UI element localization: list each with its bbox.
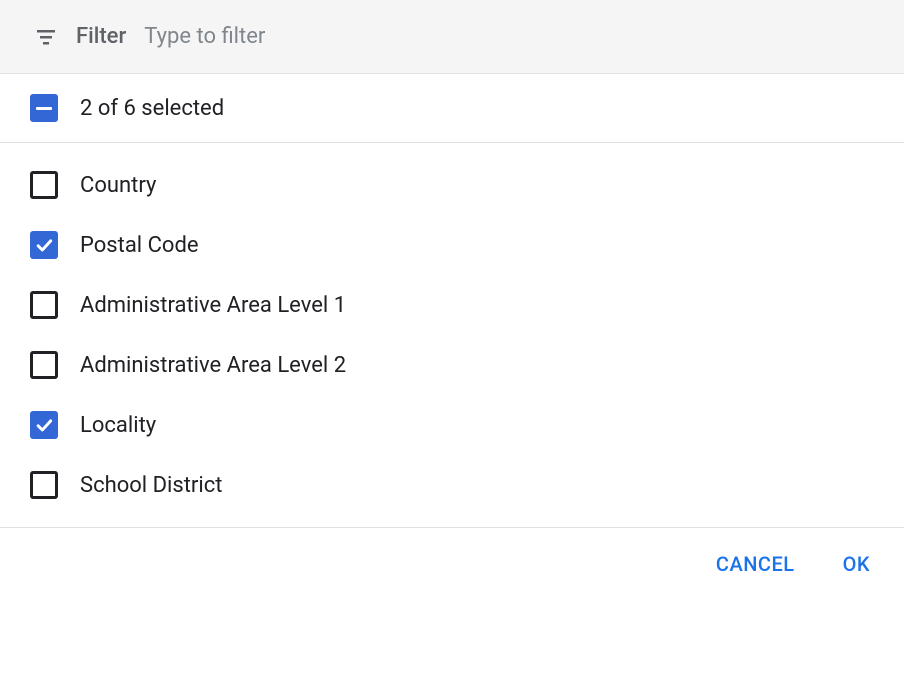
option-label: Administrative Area Level 1	[80, 293, 346, 318]
filter-label: Filter	[76, 24, 126, 49]
actions-bar: CANCEL OK	[0, 528, 904, 600]
option-label: Locality	[80, 413, 156, 438]
option-label: Country	[80, 173, 156, 198]
selection-count-text: 2 of 6 selected	[80, 96, 224, 121]
list-item[interactable]: Country	[0, 155, 904, 215]
option-checkbox[interactable]	[30, 231, 58, 259]
list-item[interactable]: Postal Code	[0, 215, 904, 275]
list-item[interactable]: School District	[0, 455, 904, 515]
option-checkbox[interactable]	[30, 471, 58, 499]
options-list: Country Postal Code Administrative Area …	[0, 143, 904, 528]
filter-input[interactable]	[144, 24, 870, 49]
option-label: Postal Code	[80, 233, 199, 258]
filter-icon	[34, 25, 58, 49]
cancel-button[interactable]: CANCEL	[716, 552, 795, 576]
option-checkbox[interactable]	[30, 291, 58, 319]
option-checkbox[interactable]	[30, 171, 58, 199]
filter-bar: Filter	[0, 0, 904, 74]
list-item[interactable]: Administrative Area Level 2	[0, 335, 904, 395]
selection-summary-row[interactable]: 2 of 6 selected	[0, 74, 904, 143]
option-checkbox[interactable]	[30, 351, 58, 379]
list-item[interactable]: Locality	[0, 395, 904, 455]
ok-button[interactable]: OK	[843, 552, 870, 576]
list-item[interactable]: Administrative Area Level 1	[0, 275, 904, 335]
option-label: School District	[80, 473, 222, 498]
indeterminate-icon	[36, 107, 52, 110]
option-checkbox[interactable]	[30, 411, 58, 439]
option-label: Administrative Area Level 2	[80, 353, 346, 378]
select-all-checkbox[interactable]	[30, 94, 58, 122]
